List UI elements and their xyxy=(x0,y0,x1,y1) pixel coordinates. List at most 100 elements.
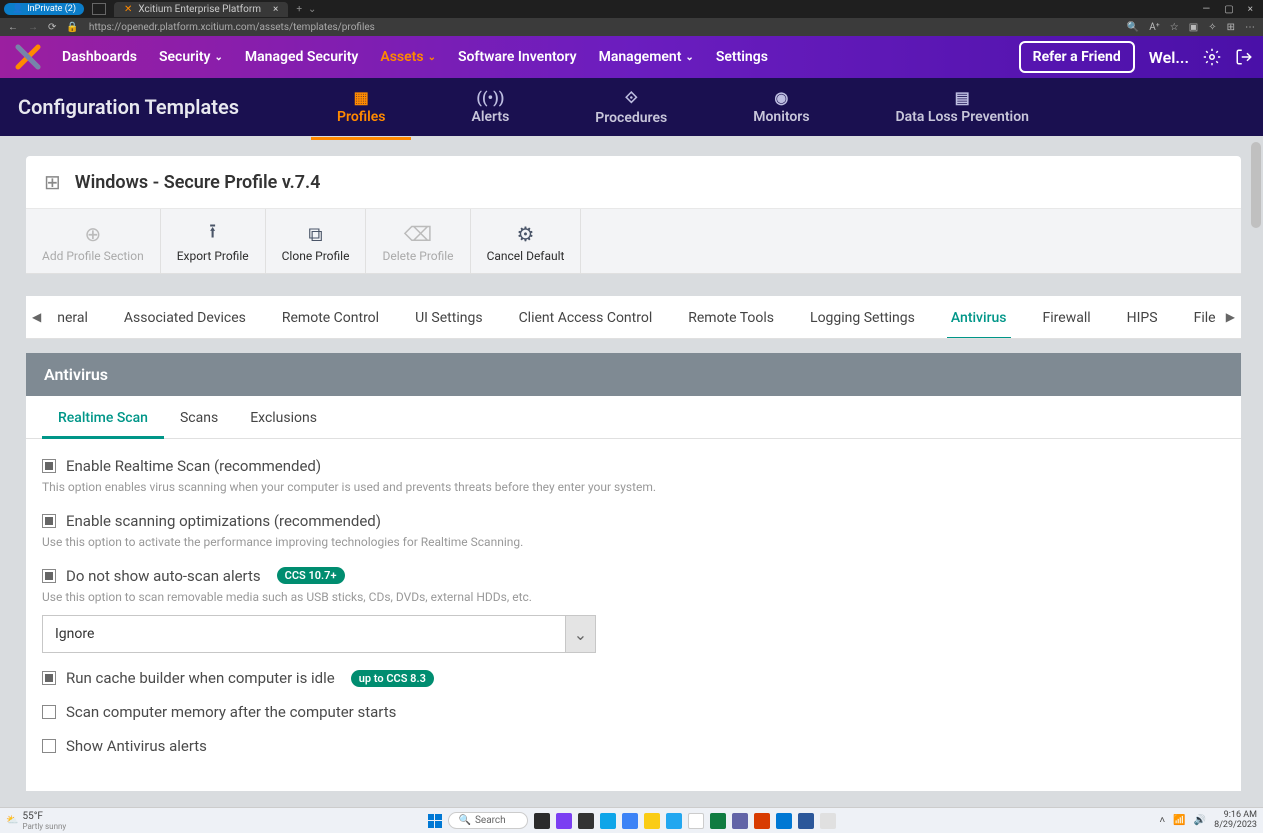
close-window-icon[interactable]: × xyxy=(1248,4,1253,15)
welcome-label[interactable]: Wel... xyxy=(1149,48,1189,67)
chevron-down-icon: ⌄ xyxy=(685,52,693,63)
edge-icon[interactable] xyxy=(666,813,682,829)
checkbox-cache-builder[interactable] xyxy=(42,671,56,685)
tab-client-access-control[interactable]: Client Access Control xyxy=(515,296,657,338)
maximize-icon[interactable]: ▢ xyxy=(1224,4,1233,15)
subtab-exclusions[interactable]: Exclusions xyxy=(234,396,333,438)
add-profile-section-button[interactable]: ⊕ Add Profile Section xyxy=(26,209,161,273)
subnav-dlp[interactable]: ▤ Data Loss Prevention xyxy=(888,82,1037,132)
page-title: Configuration Templates xyxy=(18,95,239,119)
windows-icon: ⊞ xyxy=(44,170,61,194)
checkbox-av-alerts[interactable] xyxy=(42,739,56,753)
tray-chevron-icon[interactable]: ˄ xyxy=(1159,815,1165,826)
label-autoscan-alerts: Do not show auto-scan alerts xyxy=(66,567,261,585)
subnav-procedures[interactable]: ⟐ Procedures xyxy=(587,82,675,132)
checkbox-autoscan-alerts[interactable] xyxy=(42,569,56,583)
tab-associated-devices[interactable]: Associated Devices xyxy=(120,296,250,338)
app-icon-4[interactable] xyxy=(622,813,638,829)
nav-assets[interactable]: Assets⌄ xyxy=(380,49,436,65)
tab-remote-control[interactable]: Remote Control xyxy=(278,296,383,338)
vertical-scrollbar[interactable] xyxy=(1251,142,1261,228)
gear-icon[interactable] xyxy=(1203,48,1221,66)
read-aloud-icon[interactable]: A⁺ xyxy=(1149,22,1160,33)
subnav-monitors[interactable]: ◉ Monitors xyxy=(745,82,817,132)
badge-ccs83: up to CCS 8.3 xyxy=(351,670,434,687)
url-text[interactable]: https://openedr.platform.xcitium.com/ass… xyxy=(89,22,375,33)
alerts-icon: ((•)) xyxy=(476,88,504,107)
chevron-down-icon: ⌄ xyxy=(428,52,436,63)
tab-overview-icon[interactable] xyxy=(92,3,106,15)
minimize-icon[interactable]: — xyxy=(1202,4,1210,15)
delete-icon: ⌫ xyxy=(404,223,432,245)
checkbox-scan-memory[interactable] xyxy=(42,705,56,719)
app-icon-2[interactable] xyxy=(578,813,594,829)
app-icon[interactable]: ⊞ xyxy=(1227,22,1235,33)
nav-security[interactable]: Security⌄ xyxy=(159,49,223,65)
app-icon-5[interactable] xyxy=(820,813,836,829)
nav-software-inventory[interactable]: Software Inventory xyxy=(458,49,577,65)
new-tab-button[interactable]: + xyxy=(296,4,302,15)
file-explorer-icon[interactable] xyxy=(644,813,660,829)
tab-ui-settings[interactable]: UI Settings xyxy=(411,296,486,338)
powerpoint-icon[interactable] xyxy=(754,813,770,829)
tab-firewall[interactable]: Firewall xyxy=(1039,296,1095,338)
brand-logo[interactable] xyxy=(10,39,46,75)
label-av-alerts: Show Antivirus alerts xyxy=(66,737,207,755)
tab-logging-settings[interactable]: Logging Settings xyxy=(806,296,919,338)
nav-managed-security[interactable]: Managed Security xyxy=(245,49,359,65)
back-icon[interactable]: ← xyxy=(8,22,18,33)
profile-title: Windows - Secure Profile v.7.4 xyxy=(75,172,321,193)
subnav-profiles[interactable]: ▦ Profiles xyxy=(329,82,393,132)
start-button[interactable] xyxy=(428,814,442,828)
wifi-icon[interactable]: 📶 xyxy=(1173,815,1185,826)
taskbar-search[interactable]: 🔍 Search xyxy=(448,812,528,829)
tab-file-rating[interactable]: File Rating xyxy=(1190,296,1220,338)
tabs-scroll-right[interactable]: ▶ xyxy=(1220,300,1241,334)
export-profile-button[interactable]: ⭱ Export Profile xyxy=(161,209,266,273)
outlook-icon[interactable] xyxy=(776,813,792,829)
refresh-icon[interactable]: ⟳ xyxy=(48,22,56,33)
taskview-icon[interactable] xyxy=(534,813,550,829)
checkbox-realtime-scan[interactable] xyxy=(42,459,56,473)
excel-icon[interactable] xyxy=(710,813,726,829)
collections-icon[interactable]: ▣ xyxy=(1189,22,1198,33)
clock[interactable]: 9:16 AM 8/29/2023 xyxy=(1214,811,1257,831)
subtab-realtime-scan[interactable]: Realtime Scan xyxy=(42,396,164,438)
extensions-icon[interactable]: ✧ xyxy=(1208,22,1216,33)
tab-general[interactable]: neral xyxy=(53,296,92,338)
teams-icon[interactable] xyxy=(732,813,748,829)
badge-ccs107: CCS 10.7+ xyxy=(277,567,345,584)
nav-settings[interactable]: Settings xyxy=(716,49,768,65)
tab-antivirus[interactable]: Antivirus xyxy=(947,296,1011,338)
tab-hips[interactable]: HIPS xyxy=(1123,296,1162,338)
app-icon-1[interactable] xyxy=(556,813,572,829)
cancel-default-button[interactable]: ⚙ Cancel Default xyxy=(471,209,582,273)
more-icon[interactable]: ⋯ xyxy=(1245,22,1255,33)
subnav-alerts[interactable]: ((•)) Alerts xyxy=(463,82,517,132)
checkbox-scan-optim[interactable] xyxy=(42,514,56,528)
browser-tab[interactable]: ✕ Xcitium Enterprise Platform × xyxy=(114,2,288,17)
word-icon[interactable] xyxy=(798,813,814,829)
subtab-scans[interactable]: Scans xyxy=(164,396,234,438)
refer-friend-button[interactable]: Refer a Friend xyxy=(1019,41,1135,73)
volume-icon[interactable]: 🔊 xyxy=(1194,815,1206,826)
nav-dashboards[interactable]: Dashboards xyxy=(62,49,137,65)
chevron-down-icon[interactable]: ⌄ xyxy=(565,616,595,652)
clone-profile-button[interactable]: ⧉ Clone Profile xyxy=(266,209,367,273)
logout-icon[interactable] xyxy=(1235,48,1253,66)
nav-management[interactable]: Management⌄ xyxy=(599,49,694,65)
close-tab-icon[interactable]: × xyxy=(273,4,278,15)
tab-chevron-down-icon[interactable]: ⌄ xyxy=(308,4,316,15)
weather-icon: ⛅ xyxy=(6,815,18,826)
forward-icon: → xyxy=(28,22,38,33)
tab-remote-tools[interactable]: Remote Tools xyxy=(684,296,778,338)
autoscan-action-select[interactable]: Ignore ⌄ xyxy=(42,615,596,653)
profile-header: ⊞ Windows - Secure Profile v.7.4 xyxy=(26,156,1241,209)
tabs-scroll-left[interactable]: ◀ xyxy=(26,300,47,334)
weather-widget[interactable]: ⛅ 55°F Partly sunny xyxy=(6,811,66,831)
zoom-icon[interactable]: 🔍 xyxy=(1127,22,1139,33)
chrome-icon[interactable] xyxy=(688,813,704,829)
app-icon-3[interactable] xyxy=(600,813,616,829)
desc-realtime-scan: This option enables virus scanning when … xyxy=(42,479,682,496)
favorite-icon[interactable]: ☆ xyxy=(1170,22,1179,33)
